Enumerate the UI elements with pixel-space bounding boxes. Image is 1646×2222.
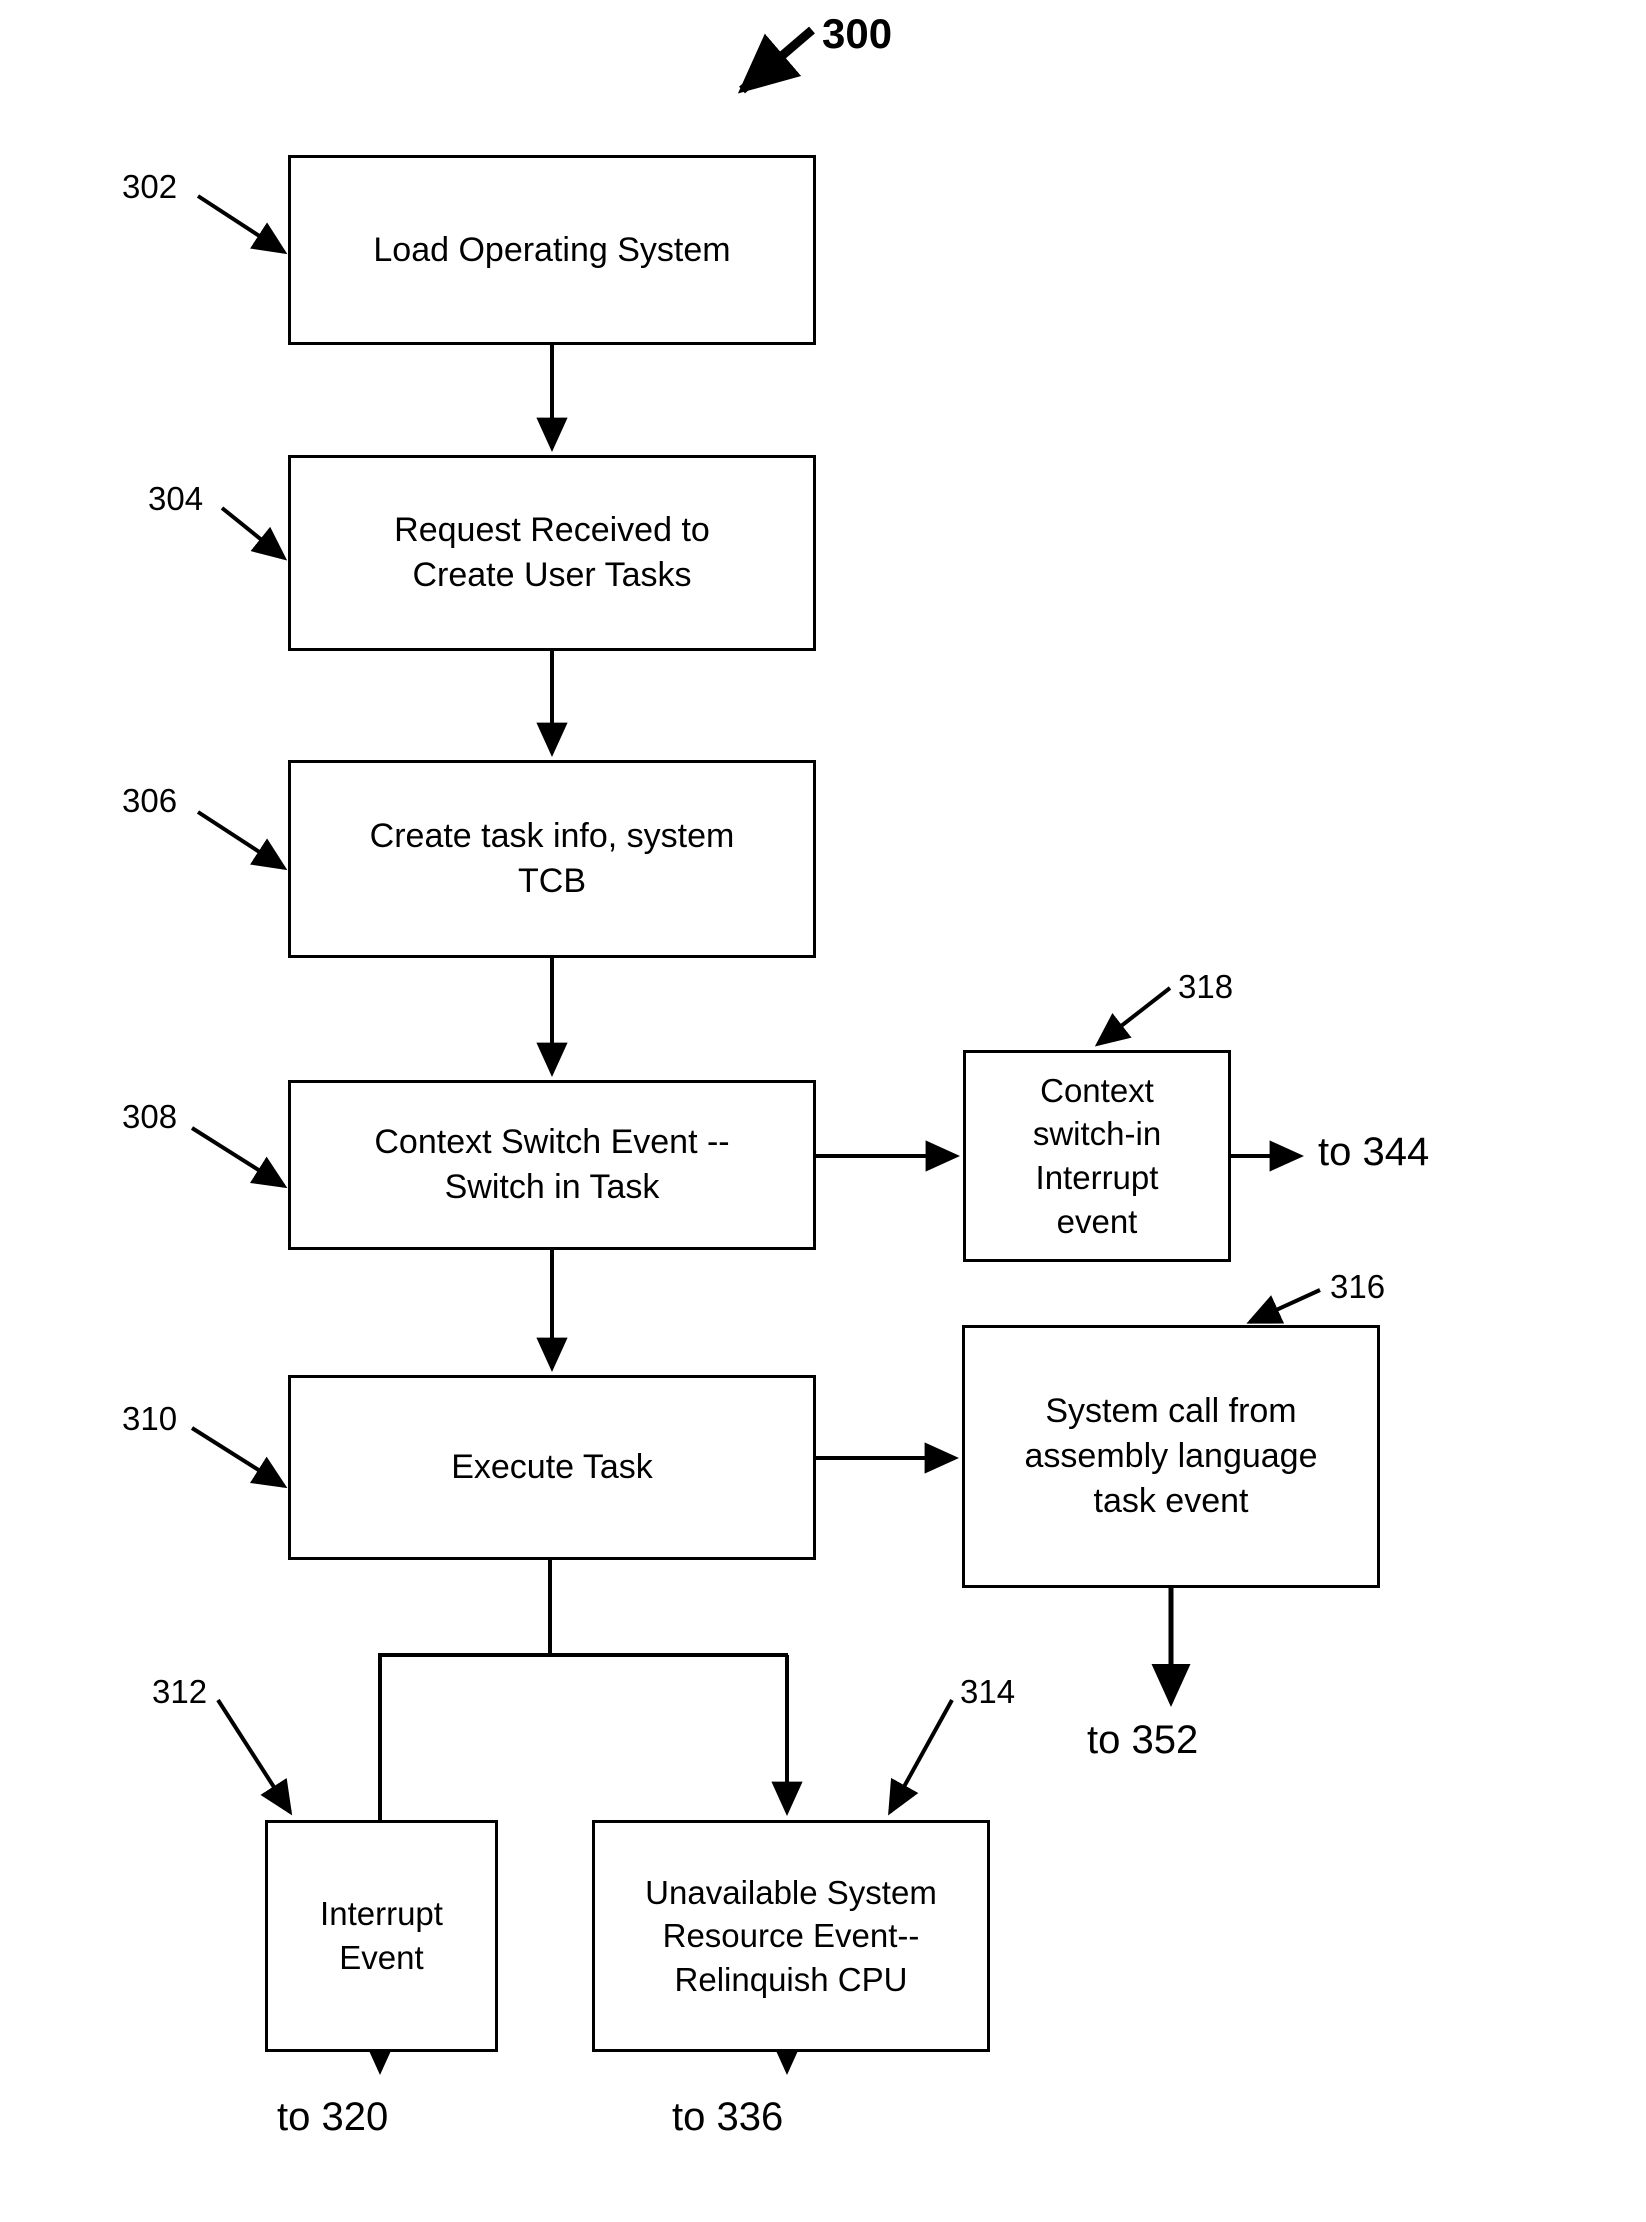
- process-box-304-label: Request Received to Create User Tasks: [394, 511, 710, 594]
- process-box-308-label: Context Switch Event -- Switch in Task: [374, 1123, 730, 1206]
- process-box-314[interactable]: Unavailable System Resource Event-- Reli…: [592, 1820, 990, 2052]
- ref-number-312: 312: [152, 1673, 208, 1710]
- ref-number-314: 314: [960, 1673, 1016, 1710]
- process-box-302[interactable]: Load Operating System: [288, 155, 816, 345]
- figure-canvas: 300 Load Operating System 302 Request Re…: [0, 0, 1646, 2222]
- terminal-to-336: to 336: [672, 2095, 784, 2139]
- ref-leader-314: [888, 1699, 954, 1816]
- figure-number-300: 300: [822, 10, 893, 57]
- ref-number-306: 306: [122, 782, 178, 819]
- connector-310-split: [378, 1560, 803, 1820]
- process-box-312-label: Interrupt Event: [320, 1895, 443, 1976]
- ref-leader-306: [196, 810, 288, 871]
- ref-number-318: 318: [1178, 968, 1234, 1005]
- terminal-to-344: to 344: [1318, 1130, 1430, 1174]
- ref-number-302: 302: [122, 168, 178, 205]
- process-box-318[interactable]: Context switch-in Interrupt event: [963, 1050, 1231, 1262]
- process-box-302-label: Load Operating System: [373, 230, 731, 269]
- process-box-316[interactable]: System call from assembly language task …: [962, 1325, 1380, 1588]
- process-box-304[interactable]: Request Received to Create User Tasks: [288, 455, 816, 651]
- process-box-318-label: Context switch-in Interrupt event: [1032, 1071, 1162, 1240]
- terminal-to-320: to 320: [277, 2095, 389, 2139]
- ref-leader-316: [1246, 1288, 1321, 1324]
- ref-number-316: 316: [1330, 1268, 1386, 1305]
- ref-leader-310: [190, 1426, 288, 1489]
- figure-pointer-300: [737, 26, 815, 94]
- process-box-310-label: Execute Task: [451, 1448, 653, 1487]
- process-box-312[interactable]: Interrupt Event: [265, 1820, 498, 2052]
- ref-leader-308: [190, 1126, 288, 1189]
- process-box-306[interactable]: Create task info, system TCB: [288, 760, 816, 958]
- process-box-308[interactable]: Context Switch Event -- Switch in Task: [288, 1080, 816, 1250]
- process-box-314-label: Unavailable System Resource Event-- Reli…: [645, 1873, 937, 1998]
- process-box-310[interactable]: Execute Task: [288, 1375, 816, 1560]
- ref-leader-304: [220, 506, 288, 561]
- ref-number-310: 310: [122, 1400, 178, 1437]
- process-box-306-label: Create task info, system TCB: [369, 817, 735, 900]
- ref-number-308: 308: [122, 1098, 178, 1135]
- ref-leader-302: [196, 194, 288, 255]
- process-box-316-label: System call from assembly language task …: [1024, 1392, 1318, 1520]
- terminal-to-352: to 352: [1087, 1718, 1199, 1762]
- ref-leader-318: [1094, 986, 1172, 1047]
- ref-number-304: 304: [148, 480, 204, 517]
- ref-leader-312: [216, 1698, 293, 1816]
